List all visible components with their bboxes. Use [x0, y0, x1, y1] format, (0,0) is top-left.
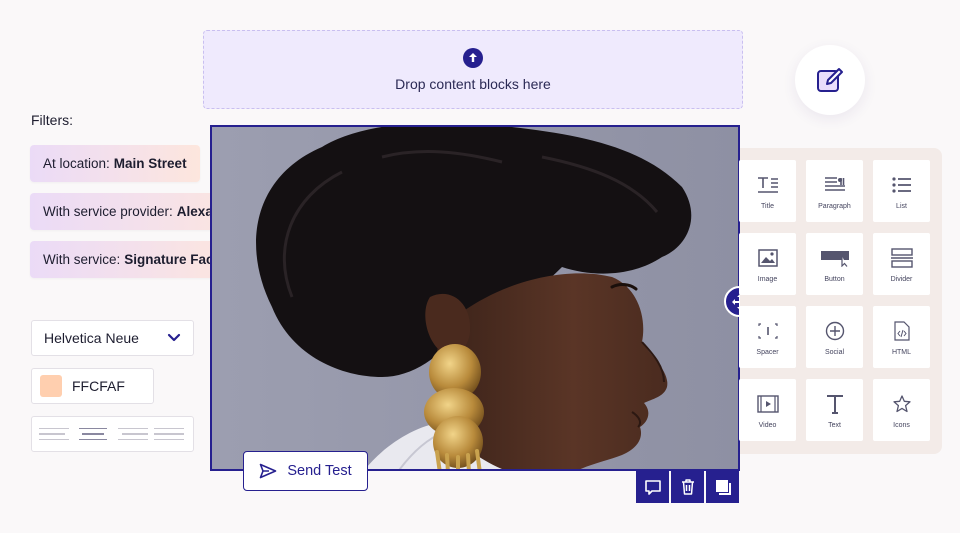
filter-chip-prefix: With service:: [43, 252, 121, 267]
delete-button[interactable]: [671, 470, 704, 503]
divider-icon: [890, 246, 913, 270]
content-blocks-panel: Title Paragraph List Image Button Divide…: [739, 148, 942, 454]
block-tile-list[interactable]: List: [873, 160, 930, 222]
block-tile-text[interactable]: Text: [806, 379, 863, 441]
paragraph-icon: [824, 173, 846, 197]
color-hex-value: FFCFAF: [72, 378, 125, 394]
block-tile-video[interactable]: Video: [739, 379, 796, 441]
drop-zone-label: Drop content blocks here: [395, 75, 551, 92]
block-label: List: [896, 202, 907, 210]
block-label: Divider: [890, 275, 913, 283]
block-label: Paragraph: [818, 202, 851, 210]
block-label: HTML: [891, 348, 912, 356]
html-icon: [893, 319, 910, 343]
block-tile-html[interactable]: HTML: [873, 306, 930, 368]
block-tile-social[interactable]: Social: [806, 306, 863, 368]
align-left-button[interactable]: [39, 423, 71, 445]
block-tile-divider[interactable]: Divider: [873, 233, 930, 295]
filters-heading: Filters:: [31, 112, 73, 128]
block-tile-icons[interactable]: Icons: [873, 379, 930, 441]
social-icon: [825, 319, 845, 343]
spacer-icon: [757, 319, 778, 343]
block-action-bar: [636, 470, 739, 503]
edit-button[interactable]: [795, 45, 865, 115]
align-justify-button[interactable]: [153, 423, 186, 445]
video-icon: [756, 392, 779, 416]
block-label: Button: [824, 275, 845, 283]
send-test-label: Send Test: [287, 463, 352, 479]
block-tile-title[interactable]: Title: [739, 160, 796, 222]
edit-icon: [817, 68, 843, 92]
block-label: Icons: [893, 421, 910, 429]
font-family-select[interactable]: Helvetica Neue: [31, 320, 194, 356]
filter-chip-prefix: At location:: [43, 156, 110, 171]
block-tile-spacer[interactable]: Spacer: [739, 306, 796, 368]
block-label: Spacer: [756, 348, 779, 356]
block-label: Image: [757, 275, 778, 283]
block-tile-image[interactable]: Image: [739, 233, 796, 295]
block-label: Title: [761, 202, 774, 210]
upload-arrow-icon: [463, 47, 483, 68]
duplicate-icon: [715, 479, 731, 495]
block-tile-paragraph[interactable]: Paragraph: [806, 160, 863, 222]
filter-chip-value: Main Street: [113, 156, 187, 171]
text-icon: [826, 392, 844, 416]
color-swatch[interactable]: [40, 375, 62, 397]
comment-button[interactable]: [636, 470, 669, 503]
chevron-down-icon: [167, 333, 181, 342]
align-right-button[interactable]: [116, 423, 148, 445]
list-icon: [891, 173, 912, 197]
block-label: Text: [828, 421, 841, 429]
trash-icon: [681, 478, 694, 495]
title-icon: [757, 173, 779, 197]
text-align-bar: [31, 416, 194, 452]
button-icon: [820, 246, 850, 270]
filter-chip-location[interactable]: At location: Main Street: [30, 145, 200, 182]
block-label: Video: [758, 421, 777, 429]
portrait-image: [212, 127, 738, 469]
duplicate-button[interactable]: [706, 470, 739, 503]
star-icon: [892, 392, 911, 416]
drop-zone[interactable]: Drop content blocks here: [203, 30, 743, 109]
send-test-button[interactable]: Send Test: [243, 451, 368, 491]
filter-chip-prefix: With service provider:: [43, 204, 173, 219]
block-label: Social: [824, 348, 845, 356]
comment-icon: [644, 479, 661, 495]
align-center-button[interactable]: [77, 423, 109, 445]
color-field[interactable]: FFCFAF: [31, 368, 154, 404]
send-icon: [260, 463, 277, 479]
image-content-block[interactable]: [210, 125, 740, 471]
font-family-value: Helvetica Neue: [44, 330, 139, 346]
image-icon: [757, 246, 778, 270]
block-tile-button[interactable]: Button: [806, 233, 863, 295]
